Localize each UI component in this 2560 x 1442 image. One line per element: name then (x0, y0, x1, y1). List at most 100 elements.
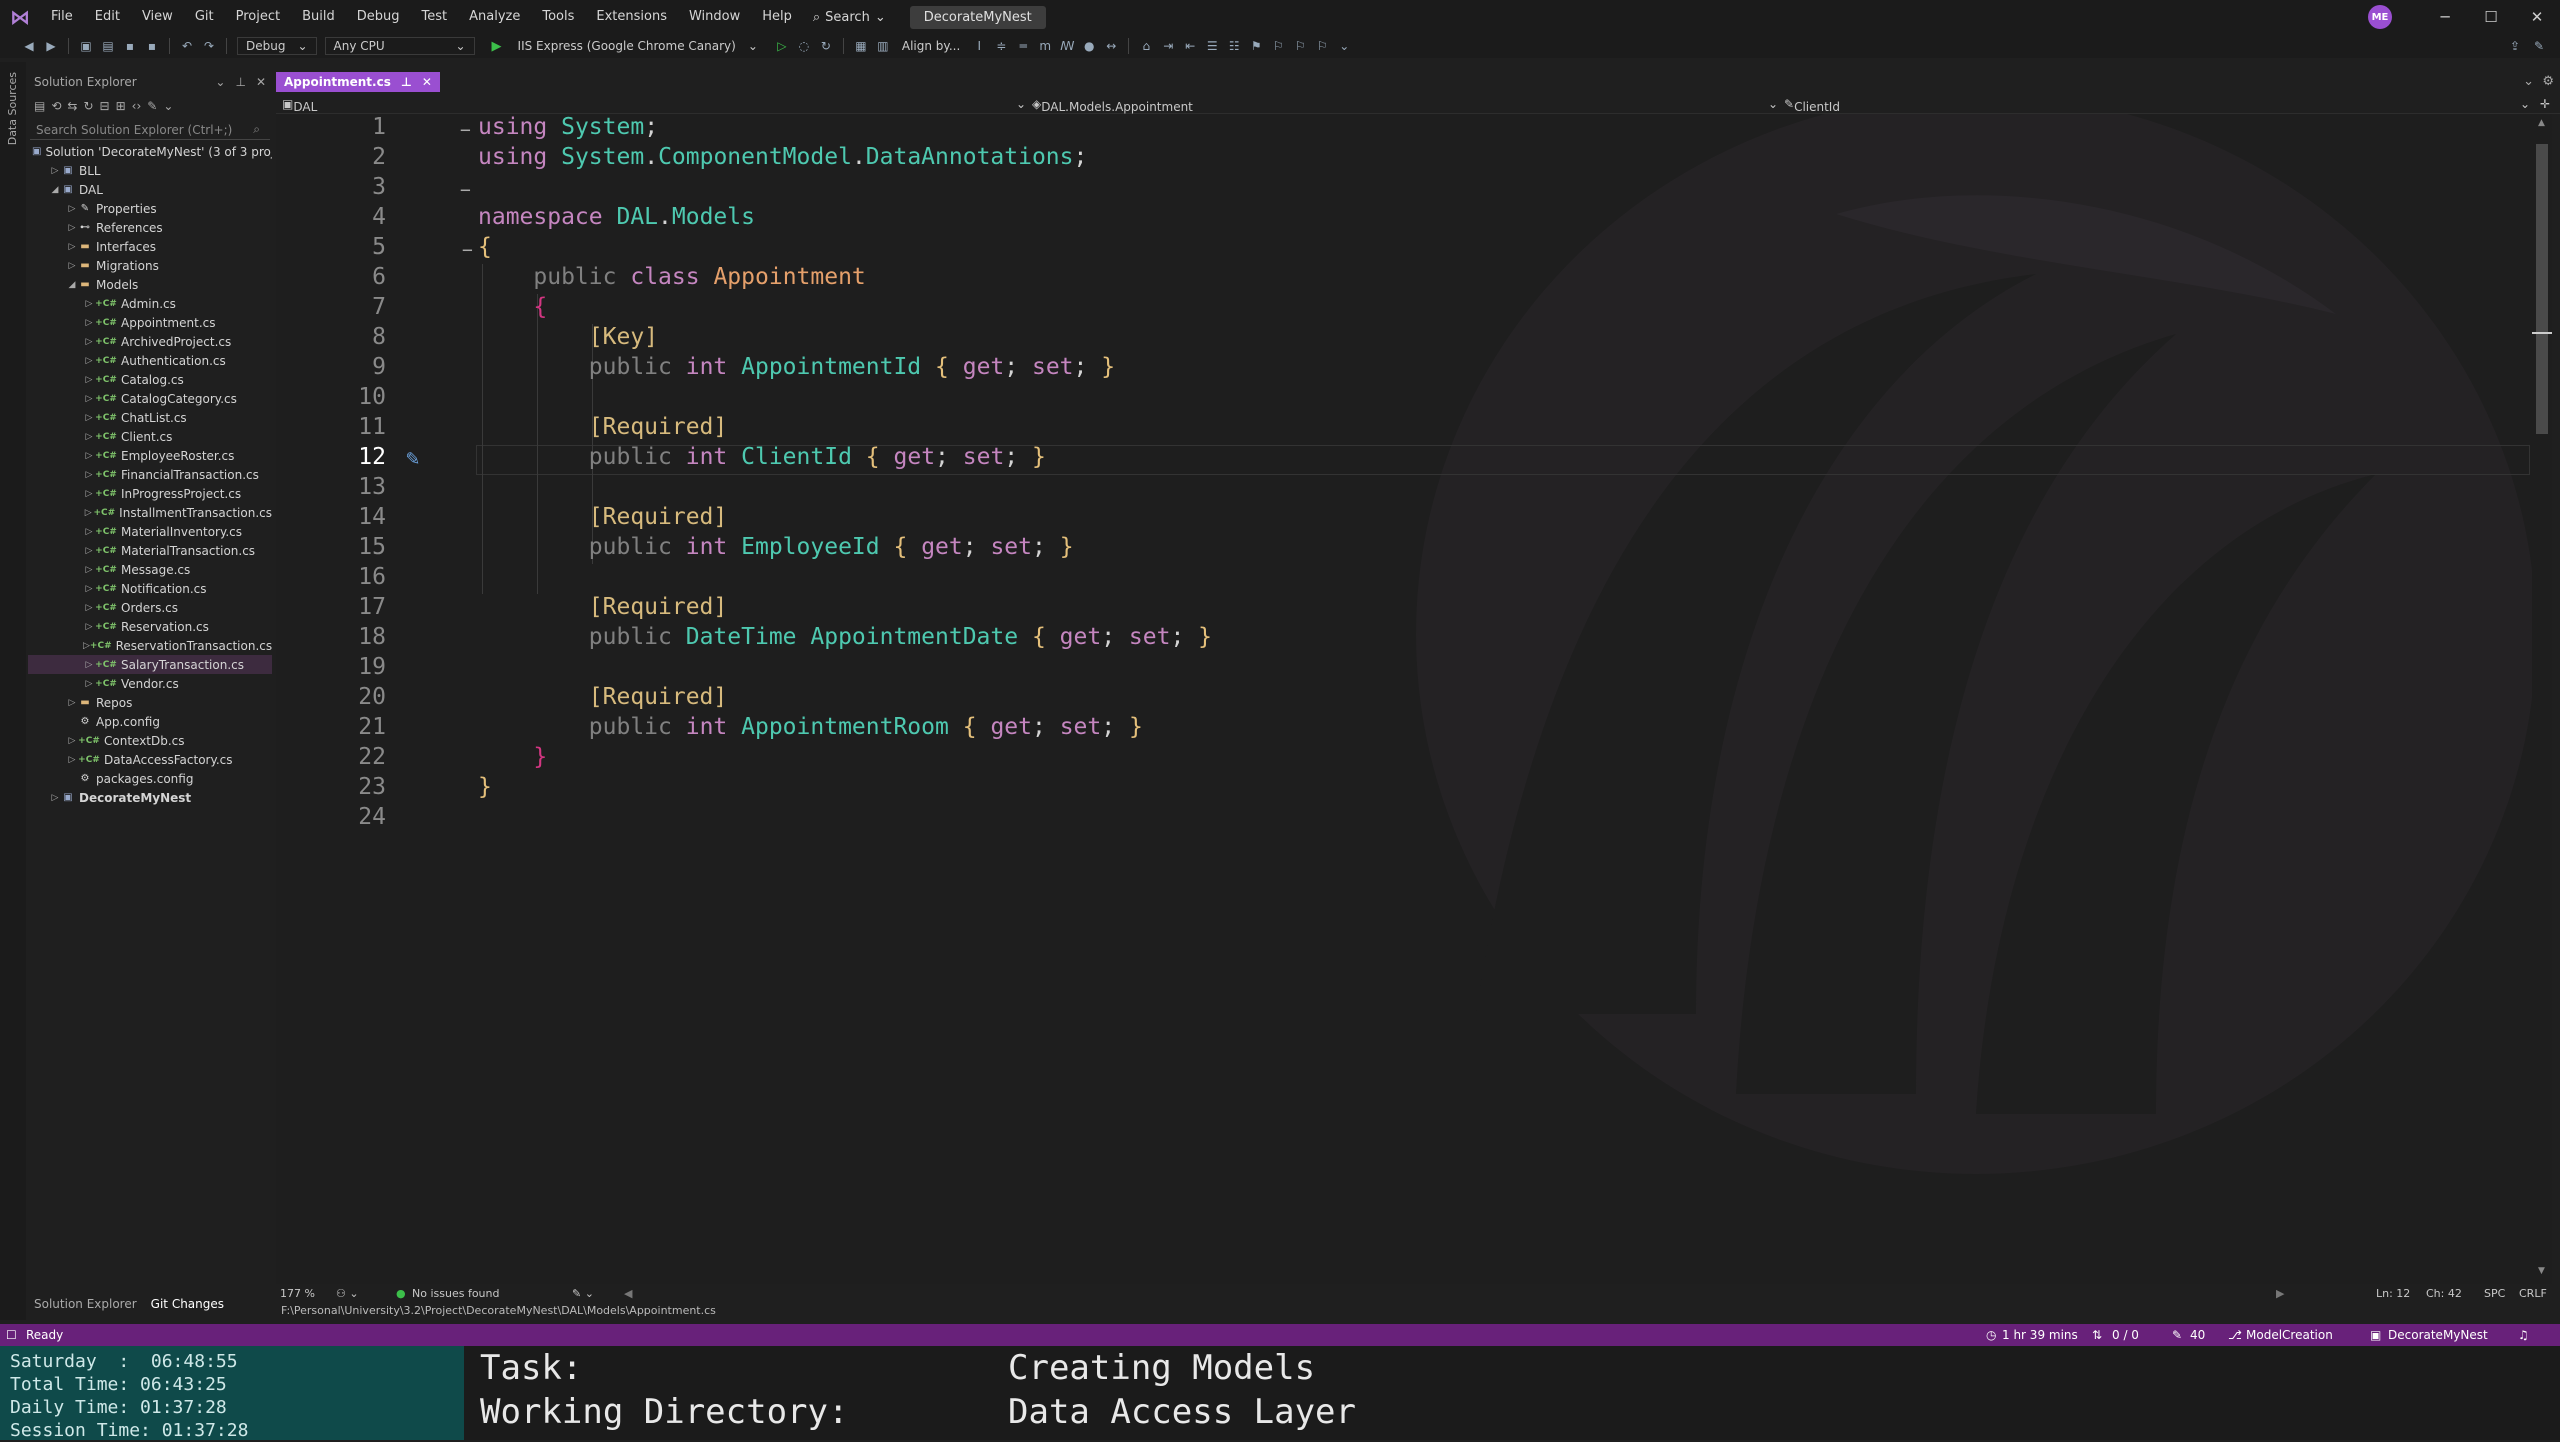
start-without-debug-icon[interactable]: ▷ (771, 39, 793, 53)
tree-item[interactable]: ◢ ▬ Models (28, 275, 272, 294)
save-all-icon[interactable]: ▪ (141, 39, 163, 53)
tree-item[interactable]: ▷ +C# DataAccessFactory.cs (28, 750, 272, 769)
switch-views-icon[interactable]: ▤ (34, 99, 45, 113)
tab-solution-explorer[interactable]: Solution Explorer (34, 1297, 137, 1311)
zoom-level[interactable]: 177 % (280, 1287, 315, 1300)
expand-arrow-icon[interactable]: ▷ (83, 508, 93, 518)
expand-arrow-icon[interactable]: ▷ (83, 413, 95, 423)
line-ending-indicator[interactable]: CRLF (2519, 1287, 2547, 1300)
close-icon[interactable]: ✕ (2514, 8, 2560, 26)
expand-arrow-icon[interactable]: ◢ (49, 185, 61, 195)
quick-actions-brush-icon[interactable]: ✎ (406, 446, 419, 471)
refresh-icon[interactable]: ↻ (815, 39, 837, 53)
tree-item[interactable]: ▷ +C# Client.cs (28, 427, 272, 446)
chevron-down-icon[interactable]: ⌄ (2520, 97, 2530, 111)
uncomment-icon[interactable]: ☷ (1223, 39, 1245, 53)
notification-bell-icon[interactable]: ♫ (2518, 1328, 2529, 1342)
line-indicator[interactable]: Ln: 12 (2376, 1287, 2410, 1300)
menu-view[interactable]: View (131, 0, 184, 34)
swap-icon[interactable]: ↔ (1100, 39, 1122, 53)
tab-overflow-icon[interactable]: ⌄ (2523, 74, 2534, 89)
menu-extensions[interactable]: Extensions (585, 0, 678, 34)
vertical-scrollbar[interactable]: ▲ ▼ (2532, 114, 2552, 1284)
whitespace-indicator[interactable]: SPC (2484, 1287, 2505, 1300)
tree-item[interactable]: ⚙ packages.config (28, 769, 272, 788)
tree-item[interactable]: ▷ +C# MaterialInventory.cs (28, 522, 272, 541)
brush-icon[interactable]: ✎ ⌄ (572, 1287, 594, 1300)
tree-item[interactable]: ▷ ✎ Properties (28, 199, 272, 218)
menu-edit[interactable]: Edit (84, 0, 131, 34)
dot-icon[interactable]: ● (1078, 39, 1100, 53)
text-cursor-icon[interactable]: I (968, 39, 990, 53)
tree-item[interactable]: ▣Solution 'DecorateMyNest' (3 of 3 proje… (28, 142, 272, 161)
issues-status[interactable]: No issues found (412, 1287, 499, 1300)
chevron-down-icon[interactable]: ⌄ (215, 75, 225, 89)
menu-project[interactable]: Project (225, 0, 291, 34)
fold-toggle-icon[interactable]: − (460, 120, 471, 141)
tree-item[interactable]: ▷ +C# ChatList.cs (28, 408, 272, 427)
gear-icon[interactable]: ⚙ (2542, 74, 2554, 89)
pending-edits[interactable]: 40 (2190, 1328, 2205, 1342)
expand-arrow-icon[interactable]: ▷ (83, 299, 95, 309)
expand-arrow-icon[interactable]: ▷ (83, 565, 95, 575)
expand-arrow-icon[interactable]: ▷ (83, 489, 95, 499)
platform-dropdown[interactable]: Any CPU ⌄ (324, 37, 475, 55)
tree-item[interactable]: ▷ ⊷ References (28, 218, 272, 237)
scrollbar-thumb[interactable] (2536, 144, 2548, 434)
overflow-icon[interactable]: ⌄ (163, 99, 173, 113)
pin-icon[interactable]: ⊥ (401, 75, 412, 89)
share-icon[interactable]: ⇪ (2504, 39, 2526, 53)
expand-arrow-icon[interactable]: ▷ (83, 375, 95, 385)
expand-arrow-icon[interactable]: ▷ (83, 641, 90, 651)
menu-test[interactable]: Test (411, 0, 459, 34)
next-bookmark-icon[interactable]: ⚐ (1289, 39, 1311, 53)
tree-item[interactable]: ▷ +C# CatalogCategory.cs (28, 389, 272, 408)
bookmark-icon[interactable]: ⚑ (1245, 39, 1267, 53)
tree-item[interactable]: ▷ +C# Catalog.cs (28, 370, 272, 389)
chevron-down-icon[interactable]: ⌄ (1768, 97, 1778, 111)
new-project-icon[interactable]: ▣ (75, 39, 97, 53)
data-sources-tab[interactable]: Data Sources (6, 72, 19, 145)
expand-arrow-icon[interactable]: ▷ (66, 755, 78, 765)
configuration-dropdown[interactable]: Debug ⌄ (237, 37, 317, 55)
tree-item[interactable]: ▷ +C# Notification.cs (28, 579, 272, 598)
open-folder-icon[interactable]: ▤ (97, 39, 119, 53)
expand-arrow-icon[interactable]: ▷ (49, 166, 61, 176)
expand-arrow-icon[interactable]: ▷ (66, 736, 78, 746)
align-by-label[interactable]: Align by... (902, 39, 960, 53)
sync-status[interactable]: 0 / 0 (2112, 1328, 2139, 1342)
forward-icon[interactable]: ▶ (40, 39, 62, 53)
expand-arrow-icon[interactable]: ▷ (83, 527, 95, 537)
tree-item[interactable]: ▷ +C# Appointment.cs (28, 313, 272, 332)
menu-debug[interactable]: Debug (346, 0, 411, 34)
tree-item[interactable]: ▷ ▬ Migrations (28, 256, 272, 275)
menu-window[interactable]: Window (678, 0, 751, 34)
tree-item[interactable]: ▷ +C# MaterialTransaction.cs (28, 541, 272, 560)
show-all-files-icon[interactable]: ⊞ (116, 99, 126, 113)
menu-file[interactable]: File (40, 0, 84, 34)
scroll-up-icon[interactable]: ▲ (2538, 118, 2545, 128)
expand-arrow-icon[interactable]: ▷ (83, 660, 95, 670)
tree-item[interactable]: ▷ +C# InProgressProject.cs (28, 484, 272, 503)
tree-item[interactable]: ▷ +C# Admin.cs (28, 294, 272, 313)
time-tracked[interactable]: 1 hr 39 mins (2002, 1328, 2078, 1342)
expand-arrow-icon[interactable]: ▷ (83, 318, 95, 328)
sync-icon[interactable]: ⇆ (67, 99, 77, 113)
expand-arrow-icon[interactable]: ▷ (83, 679, 95, 689)
member-dropdown[interactable]: ✎ ClientId (1784, 97, 1840, 114)
expand-arrow-icon[interactable]: ▷ (66, 223, 78, 233)
expand-arrow-icon[interactable]: ▷ (83, 394, 95, 404)
tree-item[interactable]: ▷ +C# ReservationTransaction.cs (28, 636, 272, 655)
chevron-down-icon[interactable]: ⌄ (1016, 97, 1026, 111)
tree-item[interactable]: ▷ ▬ Repos (28, 693, 272, 712)
expand-arrow-icon[interactable]: ▷ (83, 584, 95, 594)
scroll-left-icon[interactable]: ◀ (624, 1287, 632, 1300)
comment-icon[interactable]: ☰ (1201, 39, 1223, 53)
wave-icon[interactable]: ꟿ (1056, 39, 1078, 53)
expand-arrow-icon[interactable]: ▷ (83, 546, 95, 556)
tree-item[interactable]: ▷ ▣ DecorateMyNest (28, 788, 272, 807)
fold-toggle-icon[interactable]: − (460, 180, 471, 201)
expand-arrow-icon[interactable]: ▷ (83, 470, 95, 480)
measure-icon[interactable]: m (1034, 39, 1056, 53)
tree-item[interactable]: ⚙ App.config (28, 712, 272, 731)
